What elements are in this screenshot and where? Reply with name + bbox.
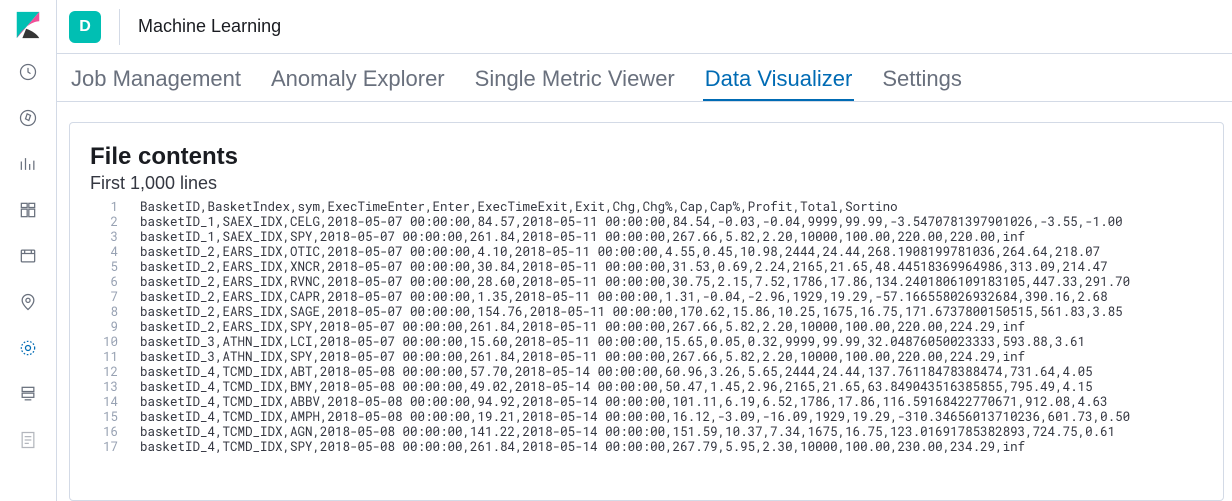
dashboard-icon[interactable] [8, 190, 48, 230]
left-nav-rail [0, 0, 57, 501]
line-text: basketID_4,TCMD_IDX,ABT,2018-05-08 00:00… [140, 365, 1203, 380]
file-line: 3basketID_1,SAEX_IDX,SPY,2018-05-07 00:0… [90, 230, 1203, 245]
tab-settings[interactable]: Settings [880, 66, 964, 101]
line-number: 7 [90, 290, 140, 305]
line-number: 5 [90, 260, 140, 275]
line-number: 6 [90, 275, 140, 290]
line-number: 11 [90, 350, 140, 365]
line-number: 16 [90, 425, 140, 440]
file-line: 2basketID_1,SAEX_IDX,CELG,2018-05-07 00:… [90, 215, 1203, 230]
divider [119, 9, 120, 45]
file-line: 7basketID_2,EARS_IDX,CAPR,2018-05-07 00:… [90, 290, 1203, 305]
file-line: 6basketID_2,EARS_IDX,RVNC,2018-05-07 00:… [90, 275, 1203, 290]
file-line: 15basketID_4,TCMD_IDX,AMPH,2018-05-08 00… [90, 410, 1203, 425]
line-text: basketID_1,SAEX_IDX,CELG,2018-05-07 00:0… [140, 215, 1203, 230]
file-line: 17basketID_4,TCMD_IDX,SPY,2018-05-08 00:… [90, 440, 1203, 455]
line-text: basketID_2,EARS_IDX,SAGE,2018-05-07 00:0… [140, 305, 1203, 320]
timelion-icon[interactable] [8, 236, 48, 276]
line-number: 9 [90, 320, 140, 335]
file-line: 8basketID_2,EARS_IDX,SAGE,2018-05-07 00:… [90, 305, 1203, 320]
tab-job-management[interactable]: Job Management [69, 66, 243, 101]
file-line: 14basketID_4,TCMD_IDX,ABBV,2018-05-08 00… [90, 395, 1203, 410]
line-number: 10 [90, 335, 140, 350]
file-line: 11basketID_3,ATHN_IDX,SPY,2018-05-07 00:… [90, 350, 1203, 365]
line-text: basketID_3,ATHN_IDX,SPY,2018-05-07 00:00… [140, 350, 1203, 365]
line-text: basketID_4,TCMD_IDX,BMY,2018-05-08 00:00… [140, 380, 1203, 395]
line-text: basketID_3,ATHN_IDX,LCI,2018-05-07 00:00… [140, 335, 1203, 350]
file-line: 16basketID_4,TCMD_IDX,AGN,2018-05-08 00:… [90, 425, 1203, 440]
line-number: 1 [90, 200, 140, 215]
line-text: basketID_2,EARS_IDX,OTIC,2018-05-07 00:0… [140, 245, 1203, 260]
file-line: 5basketID_2,EARS_IDX,XNCR,2018-05-07 00:… [90, 260, 1203, 275]
line-number: 12 [90, 365, 140, 380]
file-line: 4basketID_2,EARS_IDX,OTIC,2018-05-07 00:… [90, 245, 1203, 260]
line-text: basketID_2,EARS_IDX,RVNC,2018-05-07 00:0… [140, 275, 1203, 290]
maps-icon[interactable] [8, 282, 48, 322]
line-text: BasketID,BasketIndex,sym,ExecTimeEnter,E… [140, 200, 1203, 215]
line-number: 2 [90, 215, 140, 230]
line-number: 3 [90, 230, 140, 245]
tab-data-visualizer[interactable]: Data Visualizer [703, 66, 855, 101]
content: File contents First 1,000 lines 1BasketI… [57, 102, 1232, 501]
panel-title: File contents [90, 143, 1203, 171]
tabs: Job Management Anomaly Explorer Single Met… [57, 54, 1232, 102]
logs-icon[interactable] [8, 420, 48, 460]
line-text: basketID_2,EARS_IDX,SPY,2018-05-07 00:00… [140, 320, 1203, 335]
infra-icon[interactable] [8, 374, 48, 414]
file-line: 9basketID_2,EARS_IDX,SPY,2018-05-07 00:0… [90, 320, 1203, 335]
tab-single-metric-viewer[interactable]: Single Metric Viewer [473, 66, 677, 101]
topbar: D Machine Learning [57, 0, 1232, 54]
clock-icon[interactable] [8, 52, 48, 92]
line-number: 17 [90, 440, 140, 455]
file-line: 1BasketID,BasketIndex,sym,ExecTimeEnter,… [90, 200, 1203, 215]
file-lines: 1BasketID,BasketIndex,sym,ExecTimeEnter,… [90, 200, 1203, 500]
line-text: basketID_4,TCMD_IDX,SPY,2018-05-08 00:00… [140, 440, 1203, 455]
kibana-logo[interactable] [13, 10, 43, 40]
line-number: 8 [90, 305, 140, 320]
line-text: basketID_4,TCMD_IDX,AGN,2018-05-08 00:00… [140, 425, 1203, 440]
line-number: 13 [90, 380, 140, 395]
tab-anomaly-explorer[interactable]: Anomaly Explorer [269, 66, 447, 101]
file-line: 12basketID_4,TCMD_IDX,ABT,2018-05-08 00:… [90, 365, 1203, 380]
line-number: 15 [90, 410, 140, 425]
space-badge[interactable]: D [69, 11, 101, 43]
line-text: basketID_4,TCMD_IDX,AMPH,2018-05-08 00:0… [140, 410, 1203, 425]
compass-icon[interactable] [8, 98, 48, 138]
panel-subtitle: First 1,000 lines [90, 173, 1203, 194]
line-text: basketID_2,EARS_IDX,CAPR,2018-05-07 00:0… [140, 290, 1203, 305]
line-text: basketID_1,SAEX_IDX,SPY,2018-05-07 00:00… [140, 230, 1203, 245]
line-number: 4 [90, 245, 140, 260]
file-line: 10basketID_3,ATHN_IDX,LCI,2018-05-07 00:… [90, 335, 1203, 350]
line-text: basketID_4,TCMD_IDX,ABBV,2018-05-08 00:0… [140, 395, 1203, 410]
line-number: 14 [90, 395, 140, 410]
file-line: 13basketID_4,TCMD_IDX,BMY,2018-05-08 00:… [90, 380, 1203, 395]
line-text: basketID_2,EARS_IDX,XNCR,2018-05-07 00:0… [140, 260, 1203, 275]
main-area: D Machine Learning Job Management Anomaly… [57, 0, 1232, 501]
file-contents-panel: File contents First 1,000 lines 1BasketI… [69, 122, 1224, 501]
ml-icon[interactable] [8, 328, 48, 368]
app-title: Machine Learning [138, 16, 281, 37]
visualize-icon[interactable] [8, 144, 48, 184]
